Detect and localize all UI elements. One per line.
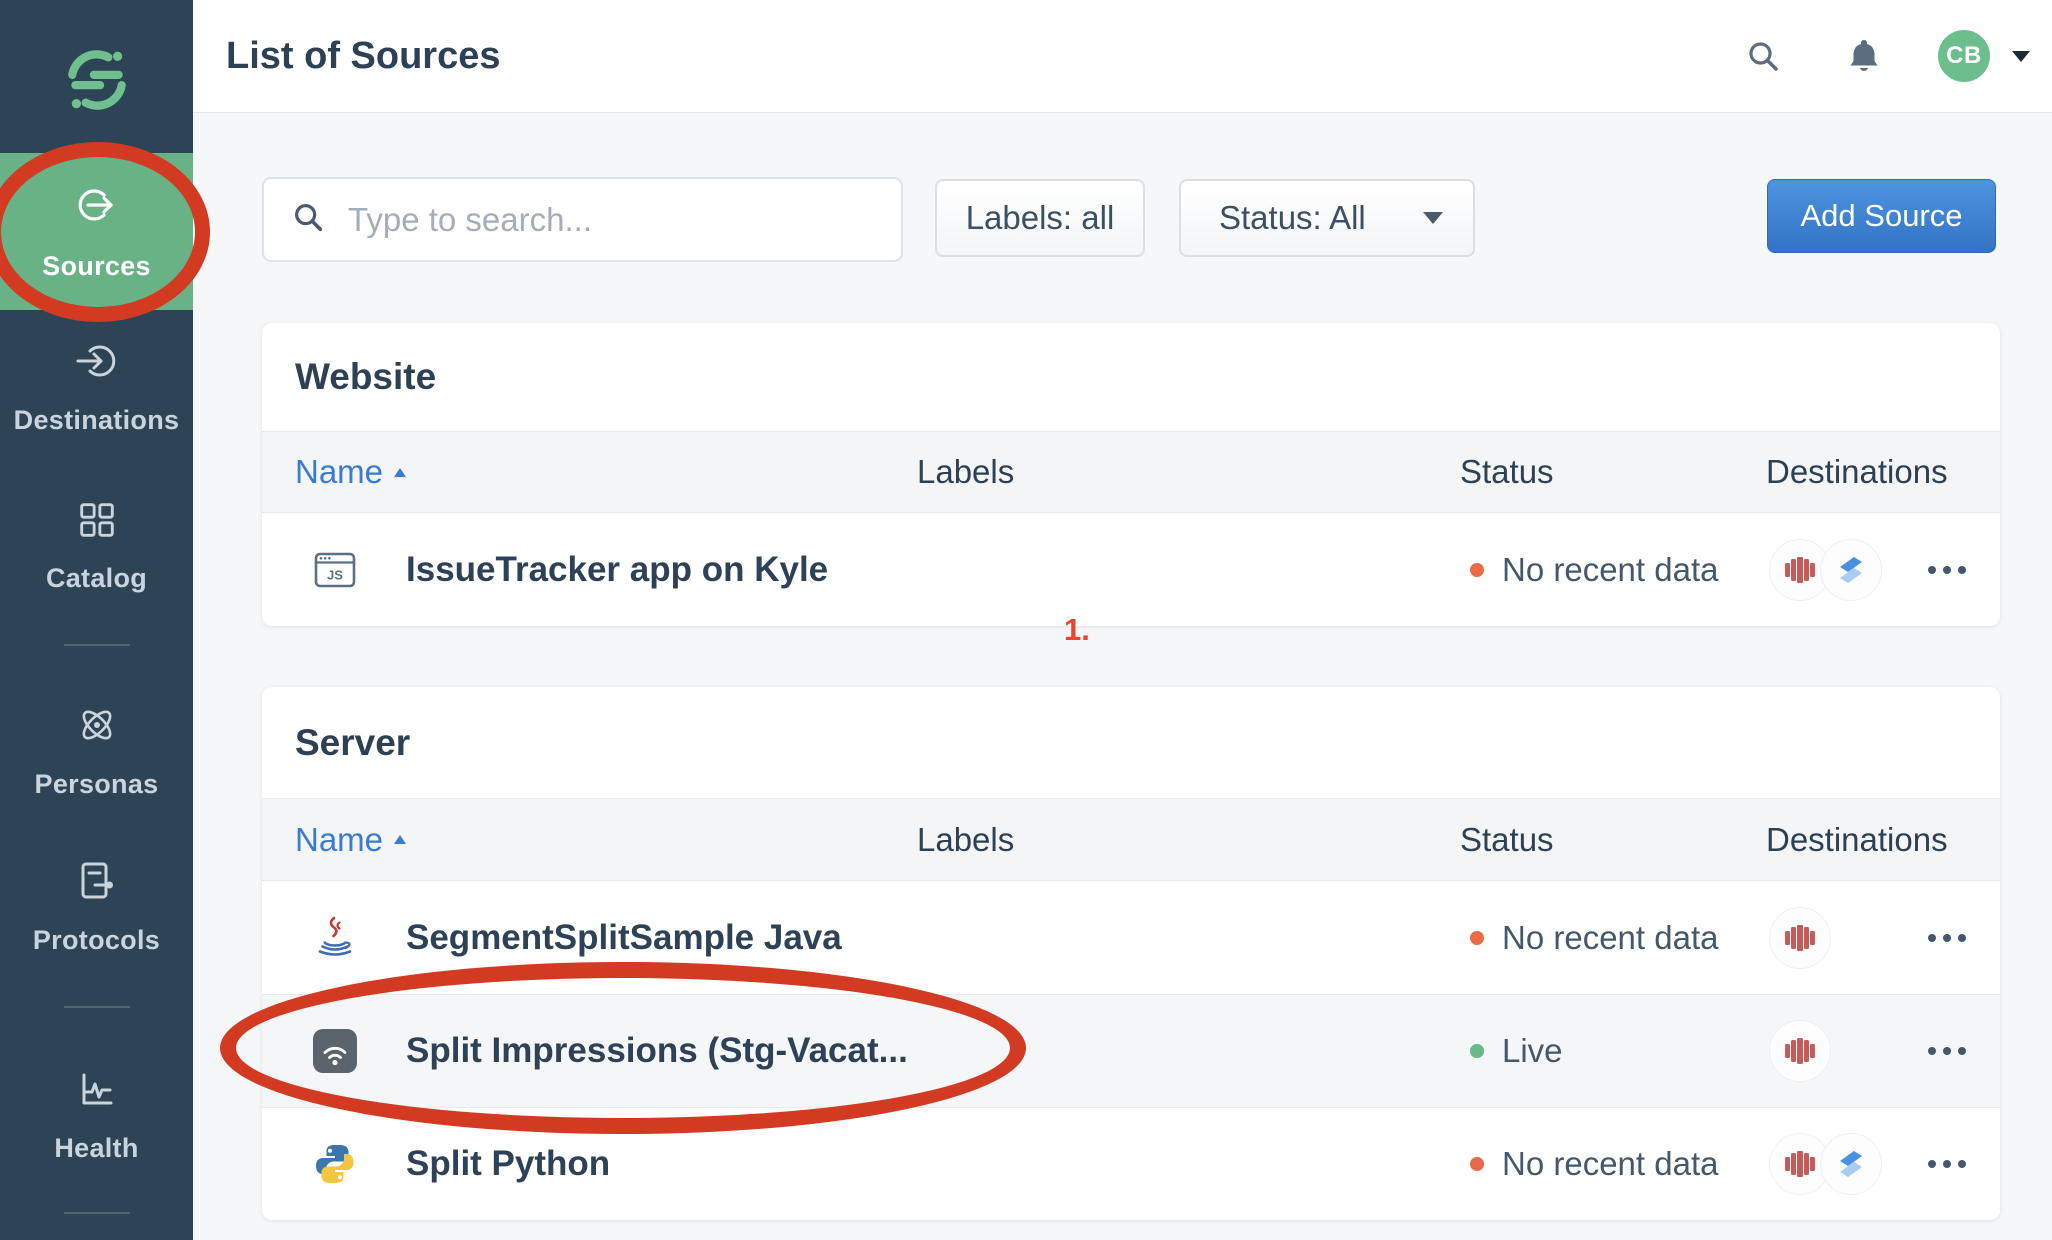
sidebar-item-label: Destinations <box>14 405 180 436</box>
status-text: No recent data <box>1502 919 1718 957</box>
row-overflow-menu[interactable] <box>1924 924 1970 952</box>
server-section-card: Server Name Labels Status Destinations <box>262 687 2000 1220</box>
row-overflow-menu[interactable] <box>1924 1150 1970 1178</box>
catalog-grid-icon <box>75 498 119 547</box>
column-header-name[interactable]: Name <box>295 821 406 859</box>
column-header-name-label: Name <box>295 453 383 491</box>
app-root: Sources Destinations Cata <box>0 0 2052 1240</box>
source-search <box>262 177 903 262</box>
sidebar-item-label: Personas <box>35 769 159 800</box>
notifications-bell-icon[interactable] <box>1846 37 1882 75</box>
source-row-issuetracker[interactable]: JS IssueTracker app on Kyle No recent da… <box>262 513 2000 626</box>
table-header-row: Name Labels Status Destinations <box>262 798 2000 881</box>
status-dot-warning <box>1470 1157 1484 1171</box>
dropdown-caret-icon <box>1423 212 1443 224</box>
source-status: No recent data <box>1470 551 1718 589</box>
source-row-java[interactable]: SegmentSplitSample Java No recent data <box>262 881 2000 994</box>
sidebar-item-catalog[interactable]: Catalog <box>0 498 193 594</box>
sidebar-item-label: Protocols <box>33 925 160 956</box>
section-title: Website <box>295 356 436 398</box>
sort-ascending-icon <box>394 835 406 844</box>
labels-filter-label: Labels: all <box>966 199 1115 237</box>
status-dot-warning <box>1470 931 1484 945</box>
section-title-row: Server <box>262 687 2000 798</box>
sidebar-item-sources[interactable]: Sources <box>0 153 193 310</box>
sidebar-item-protocols[interactable]: Protocols <box>0 858 193 956</box>
table-header-row: Name Labels Status Destinations <box>262 431 2000 513</box>
sidebar-item-personas[interactable]: Personas <box>0 702 193 800</box>
column-header-status: Status <box>1460 453 1554 491</box>
section-title-row: Website <box>262 323 2000 431</box>
personas-atom-icon <box>74 702 120 753</box>
source-row-split-python[interactable]: Split Python No recent data <box>262 1107 2000 1220</box>
protocols-icon <box>74 858 120 909</box>
status-text: Live <box>1502 1032 1563 1070</box>
column-header-name[interactable]: Name <box>295 453 406 491</box>
destination-badge-split-icon[interactable] <box>1820 1133 1882 1195</box>
source-name: SegmentSplitSample Java <box>406 918 842 958</box>
column-header-labels: Labels <box>917 453 1014 491</box>
add-source-button[interactable]: Add Source <box>1767 179 1996 253</box>
destination-badges <box>1769 907 1831 969</box>
status-dot-live <box>1470 1044 1484 1058</box>
destination-badge-split-icon[interactable] <box>1820 539 1882 601</box>
destination-badge-redshift-icon[interactable] <box>1769 1020 1831 1082</box>
destination-badges <box>1769 1020 1831 1082</box>
java-icon <box>312 915 358 961</box>
sidebar-item-label: Catalog <box>46 563 147 594</box>
row-overflow-menu[interactable] <box>1924 1037 1970 1065</box>
search-icon[interactable] <box>1744 37 1782 75</box>
search-input-icon <box>290 199 326 240</box>
status-text: No recent data <box>1502 1145 1718 1183</box>
segment-logo[interactable] <box>0 46 193 114</box>
svg-text:JS: JS <box>327 567 343 582</box>
source-name: Split Python <box>406 1144 610 1184</box>
sidebar-divider <box>64 1006 130 1008</box>
status-filter-dropdown[interactable]: Status: All <box>1179 179 1475 257</box>
source-name: Split Impressions (Stg-Vacat... <box>406 1031 908 1071</box>
sources-icon <box>74 182 120 233</box>
column-header-name-label: Name <box>295 821 383 859</box>
python-icon <box>312 1141 358 1187</box>
health-chart-icon <box>74 1066 120 1117</box>
labels-filter-button[interactable]: Labels: all <box>935 179 1145 257</box>
wifi-device-icon <box>312 1028 358 1074</box>
user-avatar[interactable]: CB <box>1938 30 1990 82</box>
source-name: IssueTracker app on Kyle <box>406 550 828 590</box>
source-row-split-impressions[interactable]: Split Impressions (Stg-Vacat... Live <box>262 994 2000 1107</box>
column-header-destinations: Destinations <box>1766 453 1948 491</box>
section-title: Server <box>295 722 410 764</box>
source-status: No recent data <box>1470 919 1718 957</box>
row-overflow-menu[interactable] <box>1924 556 1970 584</box>
sidebar-item-health[interactable]: Health <box>0 1066 193 1164</box>
website-section-card: Website Name Labels Status Destinations … <box>262 323 2000 626</box>
source-status: No recent data <box>1470 1145 1718 1183</box>
column-header-status: Status <box>1460 821 1554 859</box>
search-input[interactable] <box>346 200 901 240</box>
column-header-destinations: Destinations <box>1766 821 1948 859</box>
status-text: No recent data <box>1502 551 1718 589</box>
destination-badges <box>1769 539 1882 601</box>
page-title: List of Sources <box>226 35 501 78</box>
sidebar-item-label: Sources <box>42 251 151 282</box>
status-dot-warning <box>1470 563 1484 577</box>
status-filter-label: Status: All <box>1219 199 1366 237</box>
destination-badges <box>1769 1133 1882 1195</box>
sidebar: Sources Destinations Cata <box>0 0 193 1240</box>
sidebar-item-destinations[interactable]: Destinations <box>0 338 193 436</box>
source-status: Live <box>1470 1032 1563 1070</box>
sidebar-divider <box>64 644 130 646</box>
header-actions: CB <box>1744 30 2052 82</box>
javascript-browser-icon: JS <box>312 547 358 593</box>
column-header-labels: Labels <box>917 821 1014 859</box>
add-source-label: Add Source <box>1801 198 1963 234</box>
sidebar-item-label: Health <box>54 1133 138 1164</box>
sort-ascending-icon <box>394 468 406 477</box>
top-header: List of Sources CB <box>193 0 2052 113</box>
destinations-icon <box>74 338 120 389</box>
sidebar-divider <box>64 1212 130 1214</box>
destination-badge-redshift-icon[interactable] <box>1769 907 1831 969</box>
account-menu-caret-icon[interactable] <box>2012 51 2030 62</box>
